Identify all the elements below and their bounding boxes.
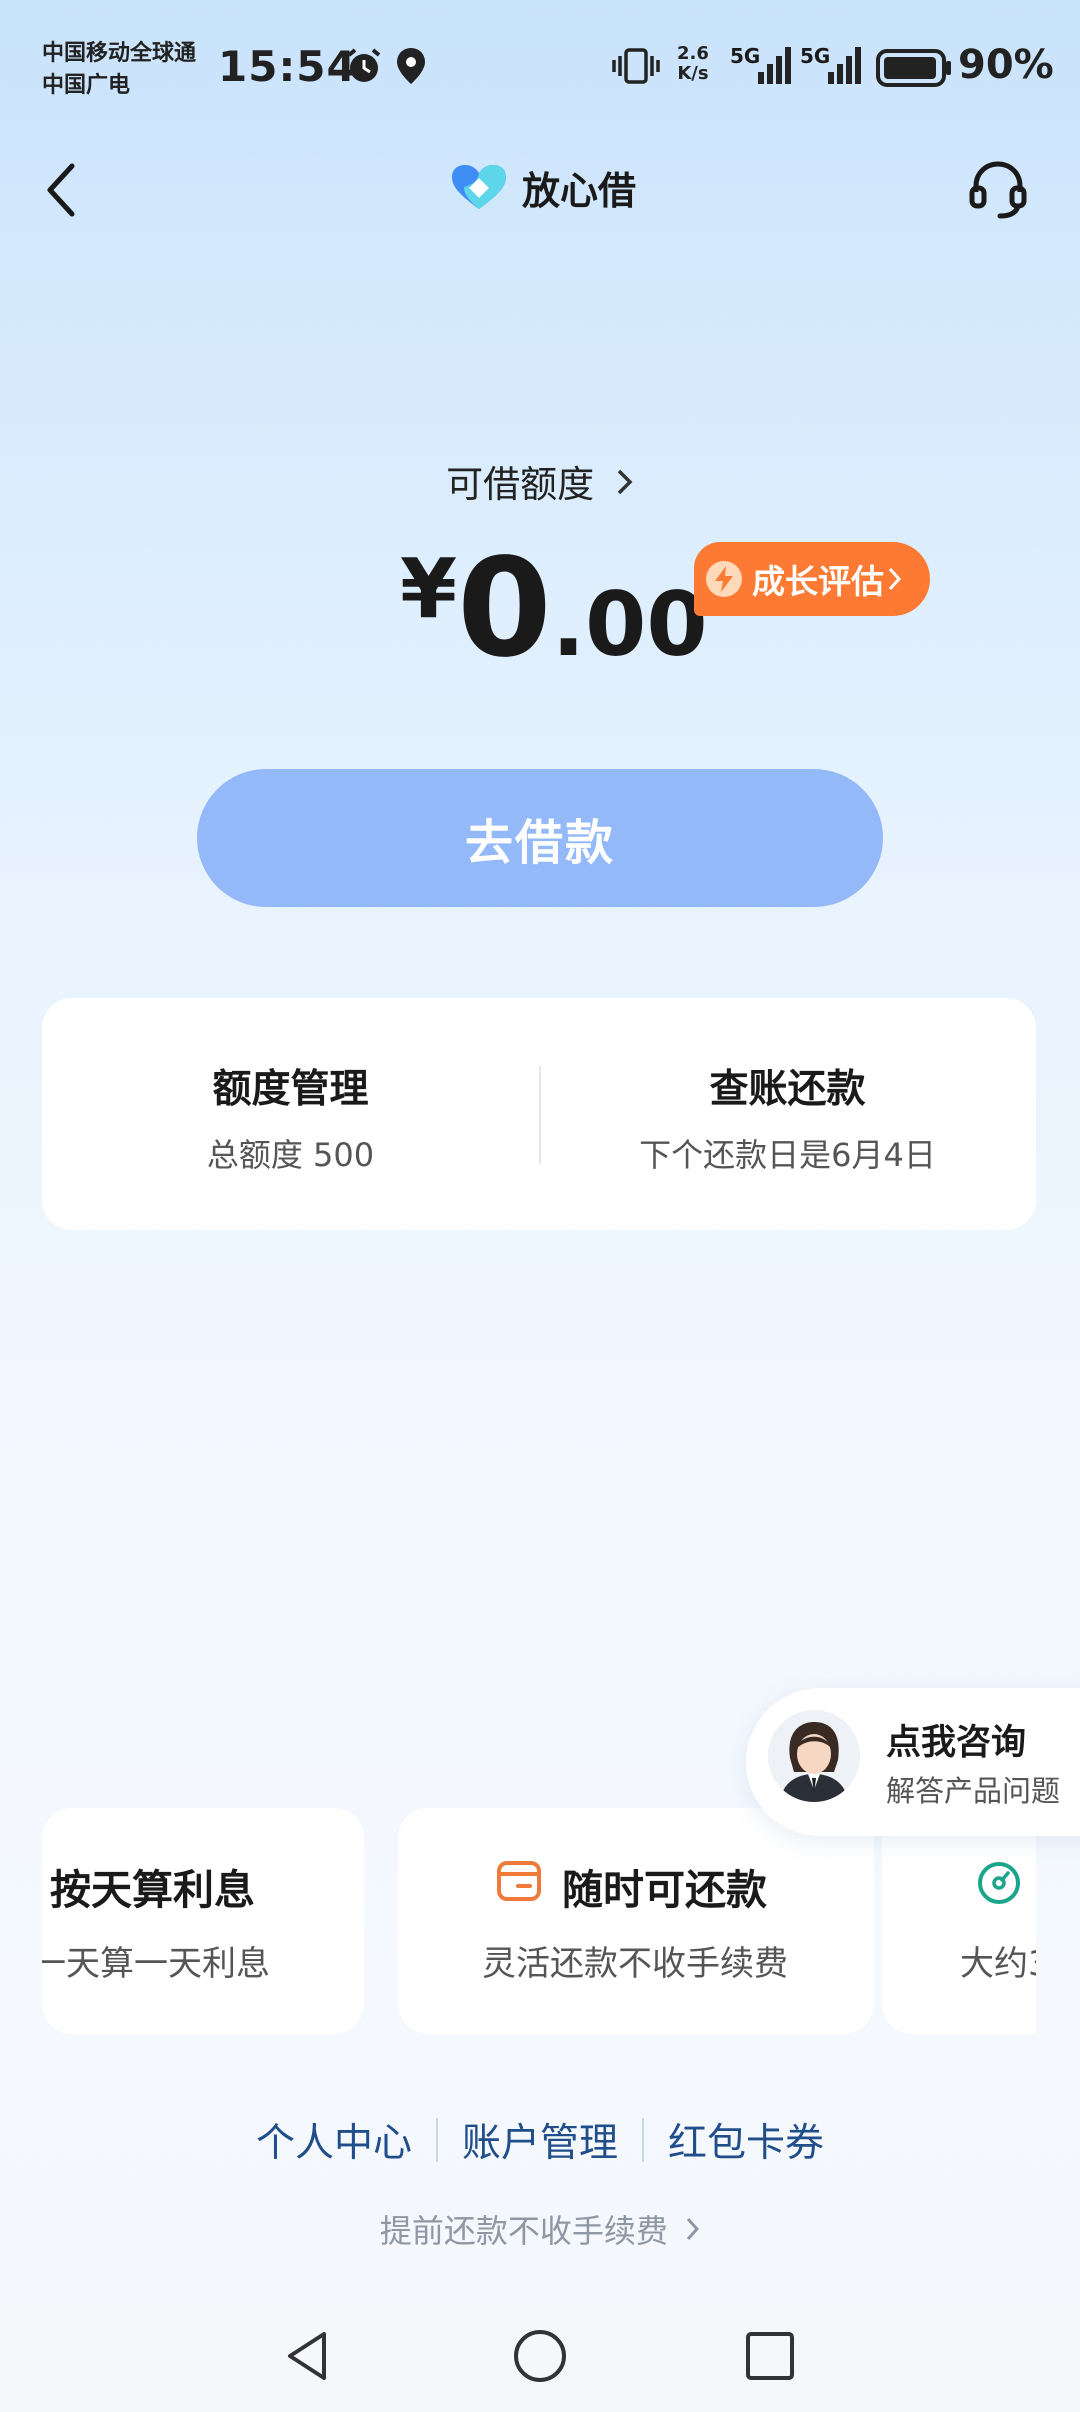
- signal-bars-icon: [758, 47, 791, 84]
- currency-symbol: ¥: [400, 542, 458, 637]
- consult-button[interactable]: 点我咨询 解答产品问题: [746, 1688, 1080, 1836]
- headset-icon[interactable]: [966, 158, 1030, 222]
- chevron-right-icon: [616, 463, 634, 506]
- prepay-note-text: 提前还款不收手续费: [379, 2212, 668, 2250]
- net-speed-unit: K/s: [677, 63, 709, 84]
- amount-integer: 0: [457, 530, 552, 688]
- borrow-button[interactable]: 去借款: [197, 769, 883, 907]
- growth-evaluation-label: 成长评估: [752, 562, 884, 601]
- wallet-icon: [497, 1861, 541, 1901]
- consult-title: 点我咨询: [886, 1723, 1027, 1763]
- feature-title: 随时可还款: [562, 1866, 767, 1914]
- link-separator: [435, 2118, 438, 2162]
- vibrate-icon: [612, 48, 660, 84]
- network-speed: 2.6 K/s: [677, 44, 709, 84]
- feature-title: 按天算利息: [50, 1866, 255, 1914]
- nav-recents-icon[interactable]: [740, 2326, 800, 2386]
- timer-icon: [978, 1862, 1020, 1904]
- available-amount: ¥0.00: [400, 530, 708, 688]
- location-icon: [397, 48, 425, 84]
- credit-management-title: 额度管理: [212, 1067, 369, 1112]
- bottom-links: 个人中心 账户管理 红包卡券: [0, 2112, 1080, 2168]
- consult-subtitle: 解答产品问题: [886, 1774, 1061, 1808]
- chevron-right-icon: [686, 2212, 700, 2250]
- account-management-link[interactable]: 账户管理: [462, 2112, 618, 2168]
- feature-subtitle: 一天算一天利息: [42, 1944, 270, 1984]
- nav-home-icon[interactable]: [510, 2326, 570, 2386]
- heart-logo-icon: [452, 164, 506, 209]
- growth-evaluation-button[interactable]: 成长评估: [694, 542, 930, 616]
- feature-subtitle: 灵活还款不收手续费: [482, 1944, 788, 1984]
- prepay-note-link[interactable]: 提前还款不收手续费: [0, 2206, 1080, 2252]
- carrier-info: 中国移动全球通 中国广电: [42, 38, 196, 102]
- signal-bars-icon: [828, 47, 861, 84]
- carrier-line-1: 中国移动全球通: [42, 41, 197, 66]
- total-credit-text: 总额度 500: [206, 1136, 375, 1174]
- carrier-line-2: 中国广电: [42, 73, 131, 98]
- agent-avatar: [768, 1710, 860, 1802]
- brand-name: 放心借: [522, 169, 637, 213]
- personal-center-link[interactable]: 个人中心: [256, 2112, 412, 2168]
- feature-card-partial[interactable]: 大约3: [882, 1808, 1036, 2034]
- credit-limit-link[interactable]: 可借额度: [0, 454, 1080, 508]
- amount-decimal: .00: [551, 573, 708, 676]
- chevron-right-icon: [888, 566, 902, 592]
- battery-percent: 90%: [958, 42, 1054, 88]
- net-speed-value: 2.6: [677, 43, 709, 64]
- brand-logo: 放心借: [450, 160, 636, 215]
- coupons-link[interactable]: 红包卡券: [668, 2112, 824, 2168]
- account-summary-card: 额度管理 总额度 500 查账还款 下个还款日是6月4日: [42, 998, 1036, 1230]
- bill-repayment-title: 查账还款: [709, 1067, 866, 1112]
- credit-limit-label: 可借额度: [446, 463, 595, 506]
- bill-repayment-entry[interactable]: 查账还款 下个还款日是6月4日: [539, 1058, 1036, 1176]
- feature-card-daily-interest[interactable]: 按天算利息 一天算一天利息: [42, 1808, 364, 2034]
- feature-card-repay-anytime[interactable]: 随时可还款 灵活还款不收手续费: [398, 1808, 874, 2034]
- chevron-left-icon[interactable]: [40, 160, 84, 220]
- battery-icon: [876, 49, 951, 87]
- nav-back-icon[interactable]: [278, 2326, 338, 2386]
- status-time: 15:54: [218, 42, 357, 91]
- feature-subtitle: 大约3: [960, 1944, 1036, 1984]
- credit-management-entry[interactable]: 额度管理 总额度 500: [42, 1058, 539, 1176]
- lightning-icon: [706, 561, 742, 597]
- link-separator: [642, 2118, 644, 2162]
- next-due-date-text: 下个还款日是6月4日: [639, 1136, 936, 1174]
- alarm-icon: [347, 48, 381, 82]
